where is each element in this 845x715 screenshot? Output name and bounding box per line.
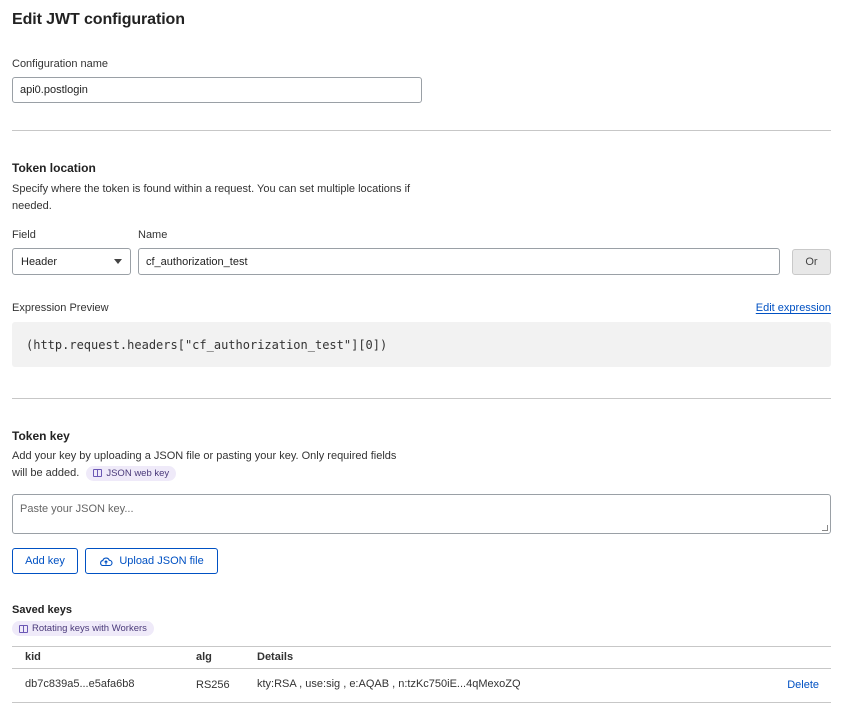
- json-key-placeholder: Paste your JSON key...: [20, 503, 134, 515]
- upload-json-label: Upload JSON file: [119, 555, 204, 567]
- divider: [12, 130, 831, 131]
- saved-keys-title: Saved keys: [12, 604, 72, 616]
- divider: [12, 398, 831, 399]
- table-top-border: [12, 646, 831, 647]
- row-details: kty:RSA , use:sig , e:AQAB , n:tzKc750iE…: [257, 678, 521, 690]
- name-label: Name: [138, 229, 168, 241]
- field-label: Field: [12, 229, 36, 241]
- json-web-key-pill[interactable]: JSON web key: [86, 465, 177, 481]
- row-alg: RS256: [196, 679, 230, 691]
- delete-key-link[interactable]: Delete: [787, 679, 819, 691]
- json-web-key-pill-label: JSON web key: [106, 467, 170, 479]
- token-location-description: Specify where the token is found within …: [12, 183, 411, 212]
- config-name-label: Configuration name: [12, 58, 109, 70]
- resize-handle-icon[interactable]: [822, 525, 828, 531]
- edit-expression-link[interactable]: Edit expression: [756, 302, 831, 314]
- token-key-title: Token key: [12, 429, 70, 443]
- rotating-keys-pill-wrap: Rotating keys with Workers: [12, 620, 154, 638]
- or-button[interactable]: Or: [792, 249, 831, 275]
- field-select[interactable]: Header: [12, 248, 131, 275]
- rotating-keys-pill-label: Rotating keys with Workers: [32, 623, 147, 635]
- name-input-value: cf_authorization_test: [146, 255, 248, 268]
- table-row: db7c839a5...e5afa6b8 RS256 kty:RSA , use…: [12, 669, 831, 701]
- add-key-label: Add key: [25, 555, 65, 567]
- add-key-button[interactable]: Add key: [12, 548, 78, 574]
- token-key-description: Add your key by uploading a JSON file or…: [12, 450, 397, 479]
- json-key-textarea[interactable]: Paste your JSON key...: [12, 494, 831, 534]
- token-location-title: Token location: [12, 161, 96, 175]
- book-icon: [93, 469, 103, 478]
- expression-preview: (http.request.headers["cf_authorization_…: [12, 322, 831, 367]
- rotating-keys-pill[interactable]: Rotating keys with Workers: [12, 621, 154, 637]
- field-select-value: Header: [21, 255, 58, 268]
- chevron-down-icon: [114, 259, 122, 264]
- config-name-input[interactable]: api0.postlogin: [12, 77, 422, 103]
- config-name-value: api0.postlogin: [20, 84, 88, 96]
- cloud-upload-icon: [100, 556, 113, 566]
- name-input[interactable]: cf_authorization_test: [138, 248, 780, 275]
- row-kid: db7c839a5...e5afa6b8: [25, 678, 135, 690]
- upload-json-button[interactable]: Upload JSON file: [85, 548, 218, 574]
- page-title: Edit JWT configuration: [12, 11, 185, 28]
- token-key-description-block: Add your key by uploading a JSON file or…: [12, 448, 397, 482]
- book-icon: [19, 624, 28, 633]
- expression-text: (http.request.headers["cf_authorization_…: [26, 337, 388, 352]
- column-header-details: Details: [257, 651, 294, 663]
- column-header-kid: kid: [25, 651, 41, 663]
- table-bottom-border: [12, 702, 831, 703]
- expression-preview-label: Expression Preview: [12, 302, 109, 314]
- column-header-alg: alg: [196, 651, 212, 663]
